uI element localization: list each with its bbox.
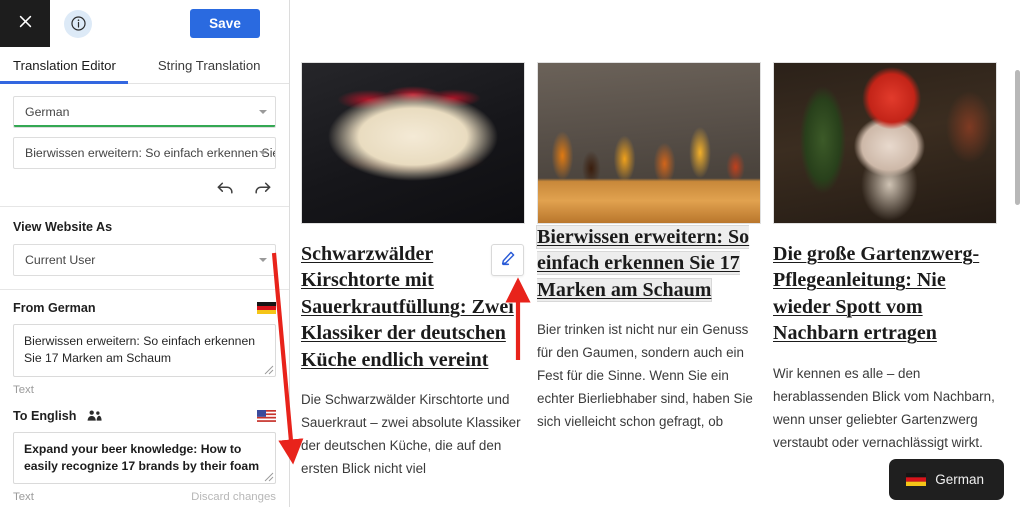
discard-changes-button[interactable]: Discard changes bbox=[191, 491, 276, 503]
view-website-as-title: View Website As bbox=[13, 220, 113, 234]
string-select-value: Bierwissen erweitern: So einfach erkenne… bbox=[25, 146, 275, 160]
target-textarea[interactable] bbox=[13, 431, 276, 485]
vertical-scrollbar[interactable] bbox=[1015, 70, 1020, 205]
garden-gnome-image bbox=[774, 63, 996, 223]
article-image-cake bbox=[301, 62, 525, 224]
article-cards: Schwarzwälder Kirschtorte mit Sauerkraut… bbox=[290, 0, 1024, 480]
article-image-gnome bbox=[773, 62, 997, 224]
view-website-as-section: View Website As Current User bbox=[0, 207, 289, 289]
german-flag bbox=[257, 302, 276, 314]
tab-translation-editor-label: Translation Editor bbox=[13, 57, 116, 73]
info-button[interactable] bbox=[50, 0, 106, 47]
language-indicator-label: German bbox=[935, 472, 984, 487]
source-textarea[interactable] bbox=[13, 324, 276, 377]
view-website-as-value: Current User bbox=[25, 253, 96, 267]
source-section: From German Te bbox=[0, 290, 289, 396]
target-label-left: To English bbox=[13, 409, 102, 423]
chevron-down-icon bbox=[259, 258, 267, 262]
history-controls bbox=[0, 169, 289, 206]
tab-gap bbox=[128, 47, 145, 83]
language-indicator-pill[interactable]: German bbox=[889, 459, 1004, 500]
people-icon[interactable] bbox=[87, 409, 102, 422]
edit-translation-button[interactable] bbox=[491, 244, 524, 276]
source-label-row: From German bbox=[13, 301, 276, 315]
sidebar-tabs: Translation Editor String Translation bbox=[0, 47, 289, 84]
close-button[interactable] bbox=[0, 0, 50, 47]
chevron-down-icon bbox=[259, 110, 267, 114]
source-textarea-wrap bbox=[13, 324, 276, 377]
us-flag bbox=[257, 409, 276, 422]
language-select[interactable]: German bbox=[13, 96, 276, 128]
save-button-wrap: Save bbox=[190, 9, 289, 38]
article-title[interactable]: Die große Gartenzwerg-Pflegeanleitung: N… bbox=[773, 241, 997, 347]
edit-pencil-icon bbox=[500, 250, 516, 271]
article-body: Wir kennen es alle – den herablassenden … bbox=[773, 365, 995, 450]
target-textarea-wrap bbox=[13, 431, 276, 485]
source-title: From German bbox=[13, 301, 96, 315]
target-meta-row: Text Discard changes bbox=[13, 491, 276, 503]
black-forest-cake-image bbox=[302, 63, 524, 223]
article-title-selected[interactable]: Bierwissen erweitern: So einfach erkenne… bbox=[537, 226, 750, 301]
undo-button[interactable] bbox=[216, 180, 235, 196]
string-select[interactable]: Bierwissen erweitern: So einfach erkenne… bbox=[13, 137, 276, 169]
target-title: To English bbox=[13, 408, 77, 423]
translation-sidebar: Save Translation Editor String Translati… bbox=[0, 0, 290, 507]
german-flag bbox=[906, 473, 927, 486]
article-body: Bier trinken ist nicht nur ein Genuss fü… bbox=[537, 322, 753, 430]
tab-translation-editor[interactable]: Translation Editor bbox=[0, 47, 128, 84]
save-button[interactable]: Save bbox=[190, 9, 260, 38]
beer-glasses-image bbox=[538, 63, 760, 223]
target-label-row: To English bbox=[13, 409, 276, 423]
source-meta-row: Text bbox=[13, 384, 276, 396]
source-meta-text: Text bbox=[13, 383, 34, 396]
selectors-section: German Bierwissen erweitern: So einfach … bbox=[0, 84, 289, 169]
article-card: Bierwissen erweitern: So einfach erkenne… bbox=[537, 62, 761, 480]
article-card: Die große Gartenzwerg-Pflegeanleitung: N… bbox=[773, 62, 997, 480]
tab-string-translation-label: String Translation bbox=[157, 57, 261, 73]
website-preview: Schwarzwälder Kirschtorte mit Sauerkraut… bbox=[290, 0, 1024, 507]
chevron-down-icon bbox=[259, 151, 267, 155]
active-underline bbox=[14, 125, 275, 127]
article-image-beer bbox=[537, 62, 761, 224]
language-select-value: German bbox=[25, 105, 70, 119]
source-label-left: From German bbox=[13, 301, 96, 315]
redo-icon bbox=[255, 182, 271, 194]
translation-editor-app: Save Translation Editor String Translati… bbox=[0, 0, 1024, 507]
target-section: To English Expand your beer knowledge: H… bbox=[0, 396, 289, 507]
article-body: Die Schwarzwälder Kirschtorte und Sauerk… bbox=[301, 391, 521, 477]
view-website-as-select[interactable]: Current User bbox=[13, 244, 276, 276]
info-icon[interactable] bbox=[64, 9, 92, 38]
sidebar-topbar: Save bbox=[0, 0, 289, 47]
redo-button[interactable] bbox=[253, 180, 272, 196]
tab-string-translation[interactable]: String Translation bbox=[145, 47, 273, 83]
undo-icon bbox=[217, 182, 233, 194]
target-meta-text: Text bbox=[13, 491, 34, 504]
close-icon bbox=[17, 13, 34, 35]
